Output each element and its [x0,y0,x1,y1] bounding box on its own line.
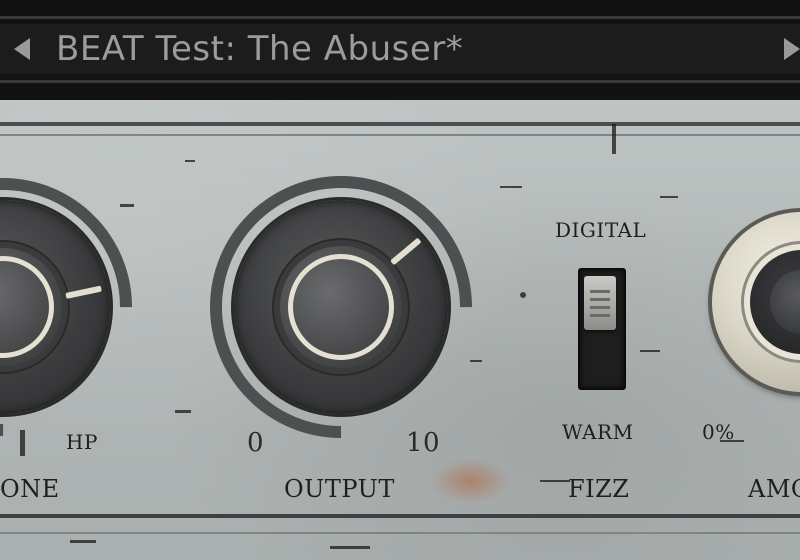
panel-groove [0,532,800,534]
fizz-label: FIZZ [568,475,630,503]
panel-groove [0,134,800,136]
amount-knob[interactable] [712,212,800,392]
preset-bar: BEAT Test: The Abuser* [0,0,800,100]
scratch [70,540,96,543]
fizz-toggle-switch[interactable] [584,276,616,330]
triangle-right-icon [784,38,800,60]
scratch [120,204,134,207]
amount-label: AMO [748,475,800,503]
scratch [500,186,522,188]
rust-stain [430,458,510,504]
scratch [470,360,482,362]
fizz-digital-label: DIGITAL [555,218,647,242]
preset-name[interactable]: BEAT Test: The Abuser* [56,24,463,74]
tone-knob[interactable] [0,124,186,490]
scratch [540,480,570,482]
scratch [520,292,526,298]
tone-label: ONE [0,475,60,503]
scratch [185,160,195,162]
output-knob-indicator-ring [288,254,394,360]
scratch [660,196,678,198]
triangle-left-icon [14,38,30,60]
amount-scale-min: 0% [702,420,735,444]
header-divider [0,16,800,19]
previous-preset-button[interactable] [2,24,42,74]
scratch [640,350,660,352]
header-divider [0,80,800,83]
fizz-warm-label: WARM [562,420,634,444]
panel-groove [0,122,800,126]
scratch [612,124,616,154]
output-scale-max: 10 [406,428,441,458]
panel-groove [0,514,800,518]
output-knob[interactable] [155,121,527,493]
tone-scale-hp-label: HP [66,430,98,454]
output-label: OUTPUT [284,475,395,503]
scratch [330,546,370,549]
effect-panel: HP ONE 0 10 OUTPUT DIGITAL WARM FIZZ 0% … [0,100,800,560]
next-preset-button[interactable] [772,24,800,74]
scratch [175,410,191,413]
preset-strip: BEAT Test: The Abuser* [0,24,800,74]
output-scale-min: 0 [247,428,265,458]
